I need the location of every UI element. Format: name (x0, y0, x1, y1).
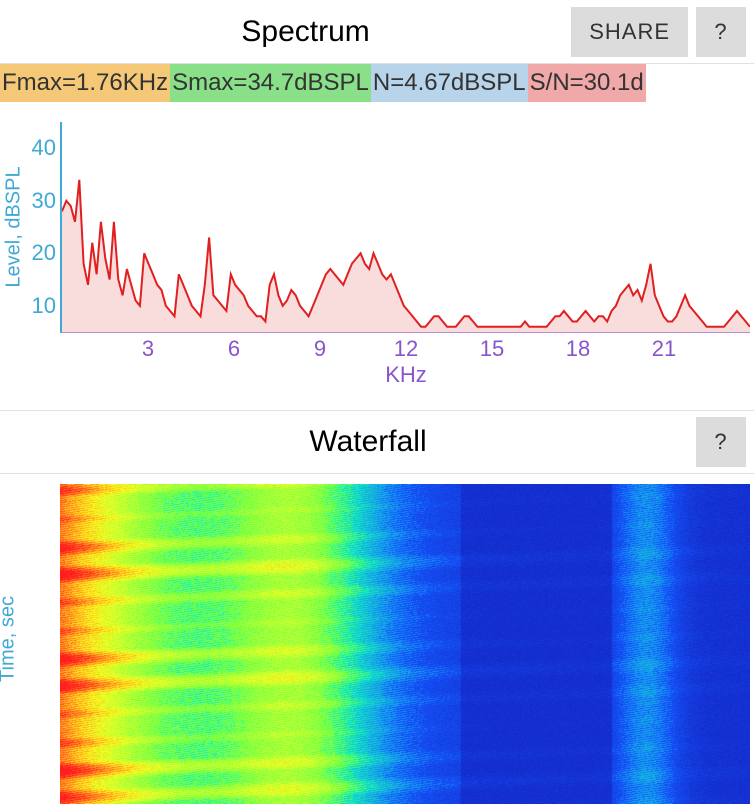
spectrum-xtick: 15 (480, 336, 504, 362)
spectrum-xlabel: KHz (385, 362, 427, 388)
spectrum-xtick: 3 (142, 336, 154, 362)
spectrum-xtick: 18 (566, 336, 590, 362)
waterfall-chart[interactable]: Time, sec 1529435771 (0, 474, 754, 804)
spectrum-help-button[interactable]: ? (696, 7, 746, 57)
spectrum-ytick: 20 (32, 240, 62, 266)
share-button[interactable]: SHARE (571, 7, 688, 57)
stat-noise: N=4.67dBSPL (371, 64, 528, 102)
spectrum-xtick: 6 (228, 336, 240, 362)
spectrum-ylabel: Level, dBSPL (3, 166, 26, 287)
spectrum-ytick: 30 (32, 188, 62, 214)
waterfall-help-button[interactable]: ? (696, 417, 746, 467)
spectrum-xtick: 12 (394, 336, 418, 362)
stat-snr: S/N=30.1d (528, 64, 646, 102)
spectrum-header: Spectrum SHARE ? (0, 0, 754, 64)
spectrum-stats-row: Fmax=1.76KHz Smax=34.7dBSPL N=4.67dBSPL … (0, 64, 754, 102)
stat-fmax: Fmax=1.76KHz (0, 64, 170, 102)
spectrum-ytick: 40 (32, 135, 62, 161)
stat-smax: Smax=34.7dBSPL (170, 64, 371, 102)
waterfall-title: Waterfall (48, 425, 688, 459)
waterfall-header: Waterfall ? (0, 410, 754, 474)
spectrum-xtick: 9 (314, 336, 326, 362)
spectrum-title: Spectrum (48, 15, 563, 49)
spectrum-chart[interactable]: Level, dBSPL KHz 10 20 30 40 3 6 9 12 15 18 21 (0, 102, 754, 402)
waterfall-ylabel: Time, sec (0, 596, 20, 682)
spectrum-xtick: 21 (652, 336, 676, 362)
spectrum-ytick: 10 (32, 293, 62, 319)
